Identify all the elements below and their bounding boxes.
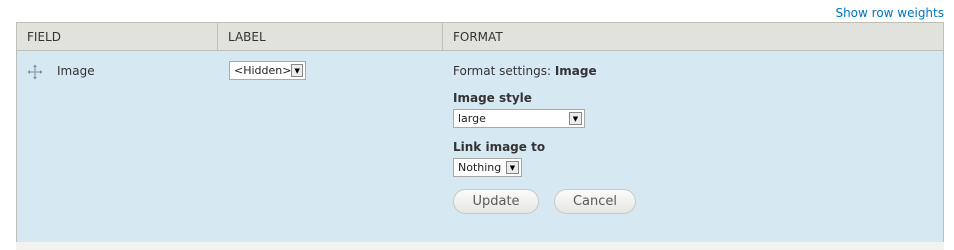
field-cell: Image	[17, 51, 218, 244]
update-button[interactable]: Update	[453, 189, 539, 214]
column-header-format: FORMAT	[453, 29, 503, 44]
chevron-down-icon: ▼	[291, 64, 303, 77]
link-image-label: Link image to	[453, 140, 546, 154]
cancel-button[interactable]: Cancel	[554, 189, 636, 214]
image-style-value: large	[458, 112, 486, 125]
chevron-down-icon: ▼	[506, 161, 519, 174]
column-header-label: LABEL	[218, 23, 443, 50]
link-image-item: Link image to Nothing ▼	[453, 140, 943, 177]
field-name: Image	[57, 64, 95, 78]
format-cell: Format settings: Image Image style large…	[443, 51, 943, 244]
label-display-value: <Hidden>	[234, 64, 292, 77]
action-buttons: Update Cancel	[453, 189, 943, 214]
table-header: FIELD LABEL FORMAT	[17, 23, 943, 51]
format-settings-title: Format settings: Image	[453, 64, 943, 78]
format-settings-prefix: Format settings:	[453, 64, 551, 78]
image-style-item: Image style large ▼	[453, 91, 943, 128]
format-settings-name: Image	[554, 64, 597, 78]
drag-handle-icon[interactable]	[27, 64, 43, 80]
chevron-down-icon: ▼	[569, 112, 582, 125]
label-display-select[interactable]: <Hidden> ▼	[229, 61, 306, 80]
link-image-select[interactable]: Nothing ▼	[453, 158, 522, 177]
link-image-value: Nothing	[458, 161, 502, 174]
field-display-table: FIELD LABEL FORMAT Image <Hidden> ▼ Form…	[16, 22, 944, 245]
image-style-label: Image style	[453, 91, 532, 105]
label-cell: <Hidden> ▼	[218, 51, 443, 244]
next-row-strip	[16, 242, 944, 250]
table-row: Image <Hidden> ▼ Format settings: Image …	[17, 51, 943, 244]
show-row-weights-link[interactable]: Show row weights	[835, 6, 944, 20]
image-style-select[interactable]: large ▼	[453, 109, 585, 128]
column-header-field: FIELD	[17, 23, 218, 50]
